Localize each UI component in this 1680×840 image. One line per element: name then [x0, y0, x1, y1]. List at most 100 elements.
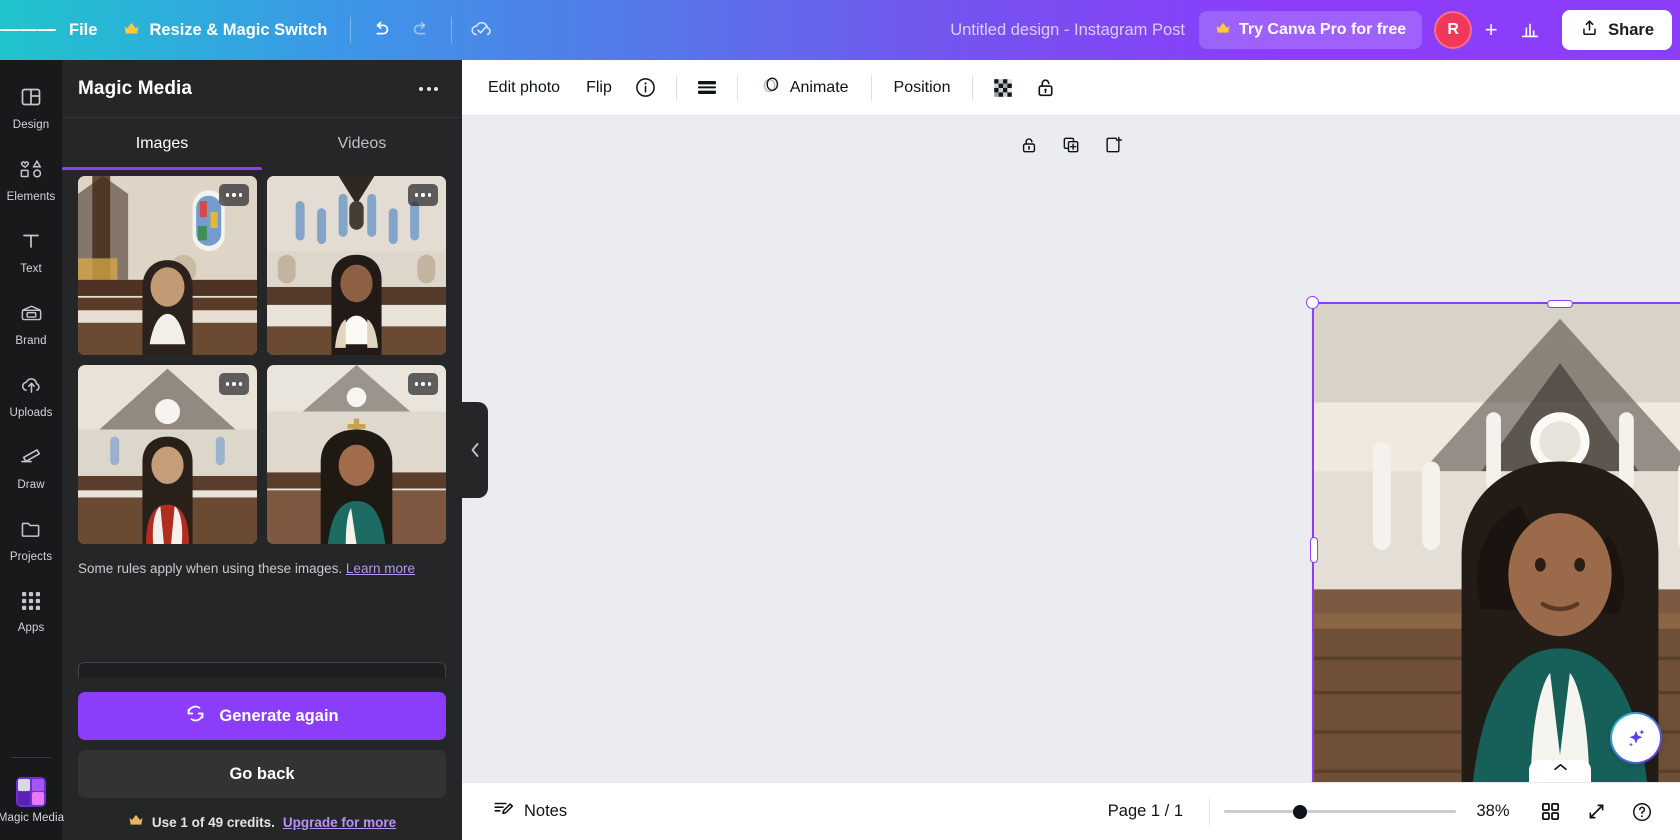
help-circle-icon[interactable]	[1622, 793, 1662, 831]
try-canva-pro-label: Try Canva Pro for free	[1239, 21, 1406, 39]
flip-label: Flip	[586, 79, 612, 97]
generated-image-thumbnail[interactable]	[78, 365, 257, 544]
resize-handle-top[interactable]	[1547, 300, 1573, 308]
sidebar-item-elements[interactable]: Elements	[0, 144, 62, 216]
animate-circles-icon	[760, 74, 782, 101]
try-canva-pro-button[interactable]: Try Canva Pro for free	[1199, 11, 1422, 49]
page-title: Magic Media	[78, 78, 192, 100]
zoom-slider-knob[interactable]	[1293, 805, 1307, 819]
add-page-button[interactable]	[1096, 130, 1130, 160]
rail-bottom: Magic Media	[0, 749, 62, 840]
selected-image[interactable]	[1314, 304, 1680, 782]
tab-label: Videos	[338, 135, 387, 153]
sidebar-item-magic-media[interactable]: Magic Media	[0, 764, 62, 836]
resize-handle-left[interactable]	[1310, 537, 1318, 563]
upload-cloud-icon	[19, 373, 44, 402]
sidebar-item-draw[interactable]: Draw	[0, 432, 62, 504]
more-options-icon[interactable]	[409, 77, 448, 101]
sidebar-item-uploads[interactable]: Uploads	[0, 360, 62, 432]
collapse-panel-button[interactable]	[462, 402, 488, 498]
edit-photo-button[interactable]: Edit photo	[476, 69, 572, 107]
info-circle-icon[interactable]	[626, 69, 666, 107]
top-bar-right: Try Canva Pro for free R + Sha	[1199, 10, 1680, 50]
prompt-input[interactable]	[78, 662, 446, 678]
flip-button[interactable]: Flip	[574, 69, 624, 107]
position-button[interactable]: Position	[882, 69, 963, 107]
tab-images[interactable]: Images	[62, 118, 262, 170]
more-options-icon[interactable]	[219, 184, 249, 206]
align-lines-icon[interactable]	[687, 69, 727, 107]
sidebar-item-text[interactable]: Text	[0, 216, 62, 288]
sidebar-item-label: Elements	[7, 191, 56, 203]
divider	[676, 75, 677, 101]
lock-page-button[interactable]	[1012, 130, 1046, 160]
panel-header: Magic Media	[62, 60, 462, 118]
editor-area: Edit photo Flip	[462, 60, 1680, 840]
avatar[interactable]: R	[1434, 11, 1472, 49]
magic-sparkles-icon	[1623, 725, 1649, 751]
file-menu-label: File	[69, 21, 97, 40]
generated-image-thumbnail[interactable]	[267, 176, 446, 355]
sidebar-item-design[interactable]: Design	[0, 72, 62, 144]
generated-image-thumbnail[interactable]	[267, 365, 446, 544]
generate-again-label: Generate again	[219, 707, 338, 726]
animate-label: Animate	[790, 79, 849, 97]
notes-button[interactable]: Notes	[480, 793, 579, 831]
page-tools	[1012, 130, 1130, 160]
divider	[1209, 799, 1210, 825]
usage-rules-label: Some rules apply when using these images…	[78, 561, 342, 576]
brand-card-icon	[19, 301, 44, 330]
pen-draw-icon	[18, 445, 44, 474]
resize-magic-switch-button[interactable]: Resize & Magic Switch	[110, 12, 340, 48]
tab-videos[interactable]: Videos	[262, 118, 462, 170]
more-options-icon[interactable]	[408, 184, 438, 206]
document-title[interactable]: Untitled design - Instagram Post	[936, 21, 1199, 40]
animate-button[interactable]: Animate	[748, 69, 861, 107]
avatar-initial: R	[1447, 21, 1459, 39]
magic-media-panel: Magic Media Images Videos	[62, 60, 462, 840]
expand-timeline-button[interactable]	[1529, 760, 1591, 782]
sidebar-item-apps[interactable]: Apps	[0, 576, 62, 648]
sidebar-item-brand[interactable]: Brand	[0, 288, 62, 360]
transparency-checker-icon[interactable]	[983, 69, 1023, 107]
more-options-icon[interactable]	[219, 373, 249, 395]
edit-photo-label: Edit photo	[488, 79, 560, 97]
crown-icon	[1215, 22, 1231, 38]
upgrade-link[interactable]: Upgrade for more	[283, 815, 396, 830]
notes-label: Notes	[524, 802, 567, 821]
hamburger-icon[interactable]	[0, 0, 56, 60]
undo-icon[interactable]	[361, 10, 401, 50]
duplicate-page-button[interactable]	[1054, 130, 1088, 160]
bar-chart-icon[interactable]	[1510, 10, 1550, 50]
magic-assistant-button[interactable]	[1610, 712, 1662, 764]
shapes-icon	[18, 157, 44, 186]
generate-again-button[interactable]: Generate again	[78, 692, 446, 740]
zoom-slider[interactable]	[1224, 802, 1456, 822]
generated-image-thumbnail[interactable]	[78, 176, 257, 355]
share-button[interactable]: Share	[1562, 10, 1672, 50]
zoom-slider-track	[1224, 810, 1456, 813]
grid-view-icon[interactable]	[1530, 793, 1570, 831]
go-back-button[interactable]: Go back	[78, 750, 446, 798]
sidebar-item-projects[interactable]: Projects	[0, 504, 62, 576]
divider	[737, 75, 738, 101]
page-canvas[interactable]	[1314, 304, 1680, 782]
divider	[451, 17, 452, 43]
plus-icon[interactable]: +	[1474, 13, 1508, 47]
cloud-check-icon[interactable]	[462, 10, 502, 50]
crown-icon	[123, 22, 140, 39]
learn-more-link[interactable]: Learn more	[346, 561, 415, 576]
file-menu-button[interactable]: File	[56, 12, 110, 48]
unlock-icon[interactable]	[1025, 69, 1065, 107]
sidebar-item-label: Brand	[15, 335, 46, 347]
more-options-icon[interactable]	[408, 373, 438, 395]
redo-icon[interactable]	[401, 10, 441, 50]
refresh-magic-icon	[185, 703, 206, 729]
resize-magic-switch-label: Resize & Magic Switch	[149, 21, 327, 40]
zoom-value[interactable]: 38%	[1462, 802, 1524, 821]
resize-handle-top-left[interactable]	[1306, 296, 1319, 309]
page-indicator[interactable]: Page 1 / 1	[1096, 802, 1195, 821]
object-toolbar: Edit photo Flip	[462, 60, 1680, 116]
position-label: Position	[894, 79, 951, 97]
fullscreen-icon[interactable]	[1576, 793, 1616, 831]
